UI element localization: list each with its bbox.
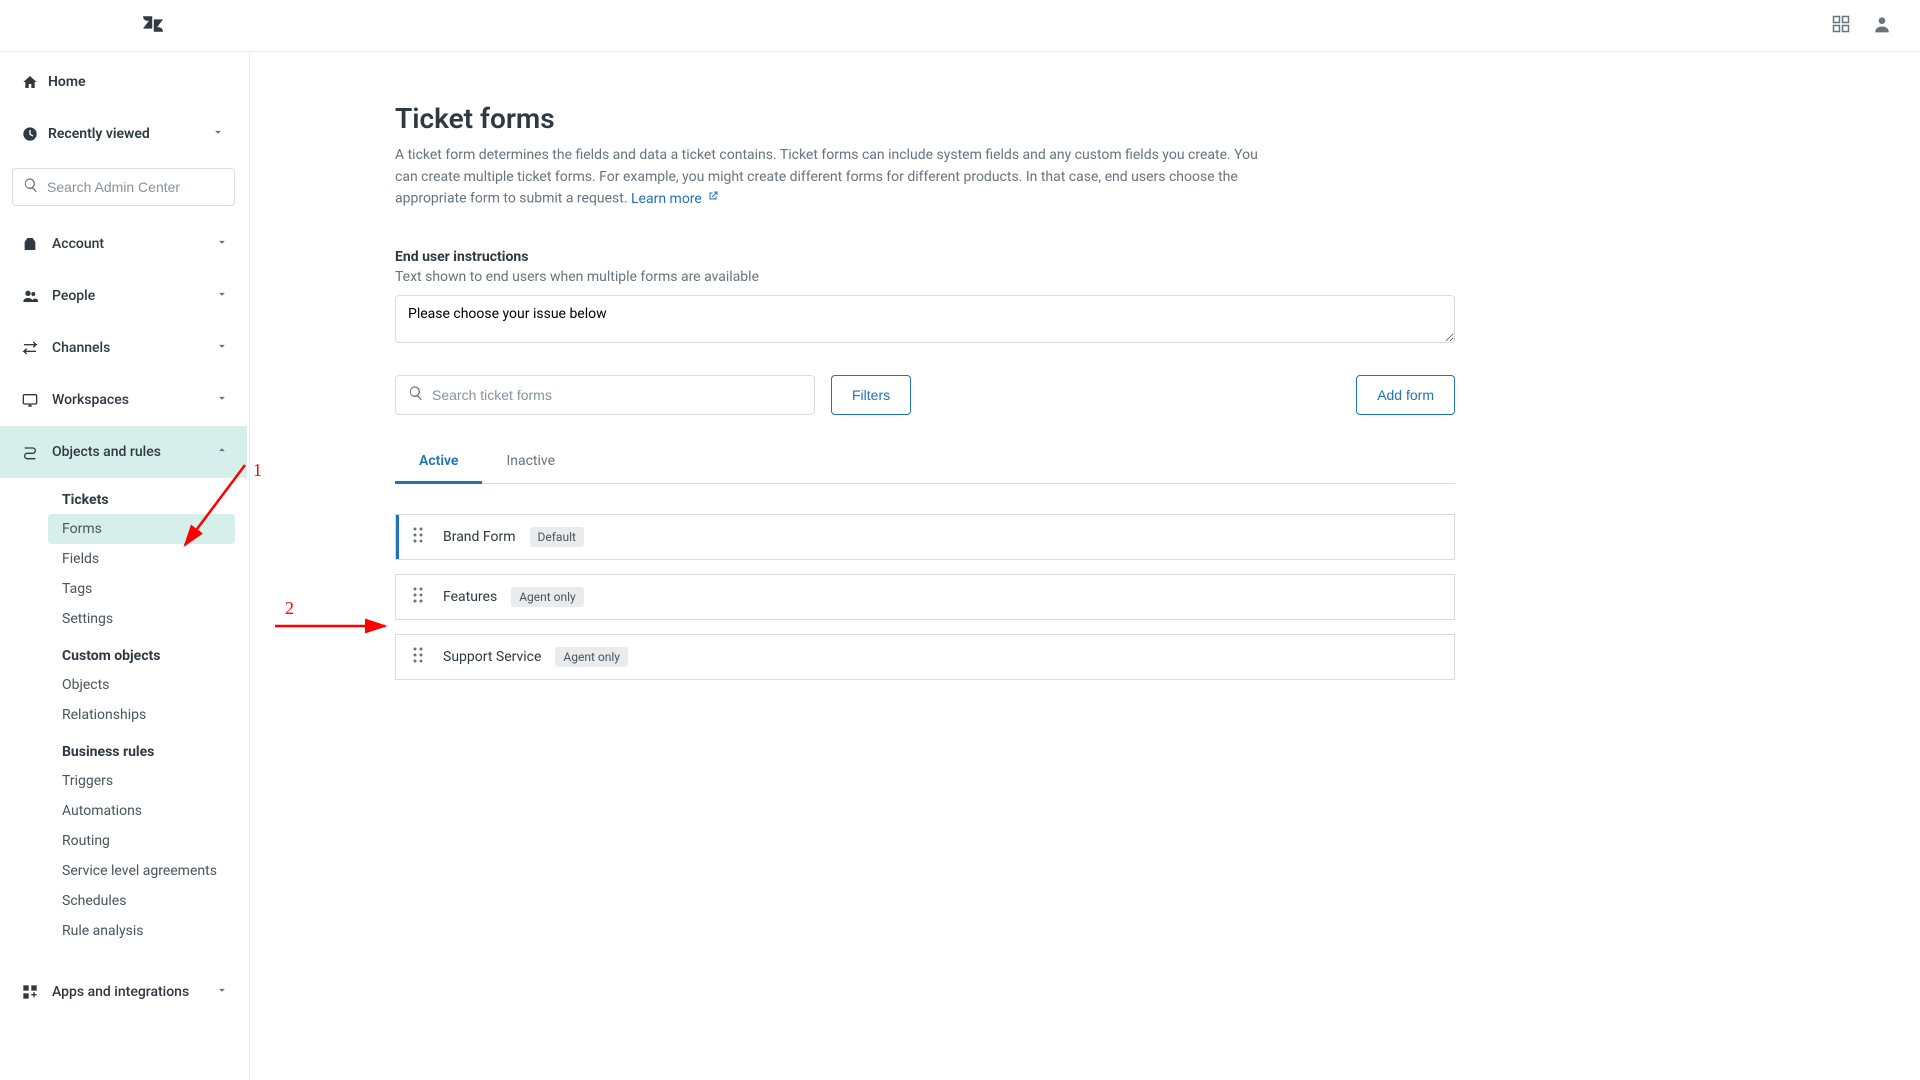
- instructions-help: Text shown to end users when multiple fo…: [395, 269, 1455, 285]
- cat-people[interactable]: People: [0, 270, 247, 322]
- chevron-up-icon: [215, 443, 229, 461]
- sub-objects[interactable]: Objects: [0, 670, 247, 700]
- sub-tags[interactable]: Tags: [0, 574, 247, 604]
- instructions-input[interactable]: [395, 295, 1455, 343]
- instructions-label: End user instructions: [395, 249, 1455, 265]
- cat-people-label: People: [52, 288, 215, 304]
- nav-recent-label: Recently viewed: [48, 126, 211, 142]
- toolbar-row: Filters Add form: [395, 375, 1455, 415]
- row-accent: [396, 515, 399, 559]
- search-wrap: [0, 160, 247, 218]
- learn-more-link[interactable]: Learn more: [631, 191, 719, 207]
- topbar-actions: [1832, 14, 1892, 38]
- learn-more-label: Learn more: [631, 191, 702, 207]
- forms-list: Brand Form Default Features Agent only: [395, 514, 1455, 680]
- channels-icon: [22, 340, 52, 356]
- search-forms-input[interactable]: [432, 387, 802, 403]
- form-badge: Agent only: [511, 587, 584, 607]
- row-accent: [396, 575, 399, 619]
- chevron-down-icon: [215, 287, 229, 305]
- apps-grid-icon[interactable]: [1832, 15, 1850, 37]
- profile-icon[interactable]: [1872, 14, 1892, 38]
- cat-apps[interactable]: Apps and integrations: [0, 966, 247, 1018]
- sub-routing[interactable]: Routing: [0, 826, 247, 856]
- account-icon: [22, 236, 52, 252]
- zendesk-logo: [143, 14, 163, 38]
- form-row[interactable]: Support Service Agent only: [395, 634, 1455, 680]
- external-link-icon: [707, 188, 719, 210]
- sidebar: Home Recently viewed: [0, 52, 250, 1080]
- chevron-down-icon: [215, 391, 229, 409]
- tab-active[interactable]: Active: [395, 441, 482, 484]
- form-name: Support Service: [443, 649, 541, 665]
- cat-channels[interactable]: Channels: [0, 322, 247, 374]
- form-name: Features: [443, 589, 497, 605]
- logo-wrap: [28, 14, 278, 38]
- sub-relationships[interactable]: Relationships: [0, 700, 247, 730]
- main: Ticket forms A ticket form determines th…: [250, 52, 1920, 1080]
- page-description-text: A ticket form determines the fields and …: [395, 147, 1258, 207]
- chevron-down-icon: [211, 125, 225, 143]
- form-row[interactable]: Brand Form Default: [395, 514, 1455, 560]
- apps-icon: [22, 984, 52, 1000]
- cat-channels-label: Channels: [52, 340, 215, 356]
- row-accent: [396, 635, 399, 679]
- cat-workspaces[interactable]: Workspaces: [0, 374, 247, 426]
- chevron-down-icon: [215, 235, 229, 253]
- search-icon: [408, 385, 424, 405]
- clock-icon: [22, 126, 48, 142]
- objects-icon: [22, 444, 52, 460]
- filters-button[interactable]: Filters: [831, 375, 911, 415]
- admin-search[interactable]: [12, 168, 235, 206]
- cat-account[interactable]: Account: [0, 218, 247, 270]
- cat-apps-label: Apps and integrations: [52, 984, 215, 1000]
- chevron-down-icon: [215, 339, 229, 357]
- sub-settings[interactable]: Settings: [0, 604, 247, 634]
- page-title: Ticket forms: [395, 102, 1455, 135]
- sub-forms[interactable]: Forms: [48, 514, 235, 544]
- people-icon: [22, 288, 52, 304]
- topbar: [0, 0, 1920, 52]
- sub-fields[interactable]: Fields: [0, 544, 247, 574]
- sub-rule-analysis[interactable]: Rule analysis: [0, 916, 247, 946]
- home-icon: [22, 74, 48, 90]
- sub-automations[interactable]: Automations: [0, 796, 247, 826]
- group-tickets: Tickets: [0, 478, 247, 514]
- cat-workspaces-label: Workspaces: [52, 392, 215, 408]
- nav-recent[interactable]: Recently viewed: [0, 108, 247, 160]
- sub-triggers[interactable]: Triggers: [0, 766, 247, 796]
- nav-home[interactable]: Home: [0, 56, 247, 108]
- group-business-rules: Business rules: [0, 730, 247, 766]
- form-badge: Default: [530, 527, 584, 547]
- drag-handle-icon[interactable]: [413, 527, 423, 547]
- add-form-button[interactable]: Add form: [1356, 375, 1455, 415]
- form-row[interactable]: Features Agent only: [395, 574, 1455, 620]
- page-description: A ticket form determines the fields and …: [395, 145, 1265, 211]
- sub-schedules[interactable]: Schedules: [0, 886, 247, 916]
- group-custom-objects: Custom objects: [0, 634, 247, 670]
- admin-search-input[interactable]: [47, 179, 228, 195]
- chevron-down-icon: [215, 983, 229, 1001]
- workspaces-icon: [22, 392, 52, 408]
- drag-handle-icon[interactable]: [413, 647, 423, 667]
- sub-sla[interactable]: Service level agreements: [0, 856, 247, 886]
- cat-objects-rules[interactable]: Objects and rules: [0, 426, 247, 478]
- tab-inactive[interactable]: Inactive: [482, 441, 579, 483]
- search-icon: [23, 177, 39, 197]
- drag-handle-icon[interactable]: [413, 587, 423, 607]
- nav-home-label: Home: [48, 74, 225, 90]
- form-name: Brand Form: [443, 529, 516, 545]
- cat-objects-label: Objects and rules: [52, 444, 215, 460]
- cat-account-label: Account: [52, 236, 215, 252]
- form-badge: Agent only: [555, 647, 628, 667]
- forms-tabs: Active Inactive: [395, 441, 1455, 484]
- search-forms[interactable]: [395, 375, 815, 415]
